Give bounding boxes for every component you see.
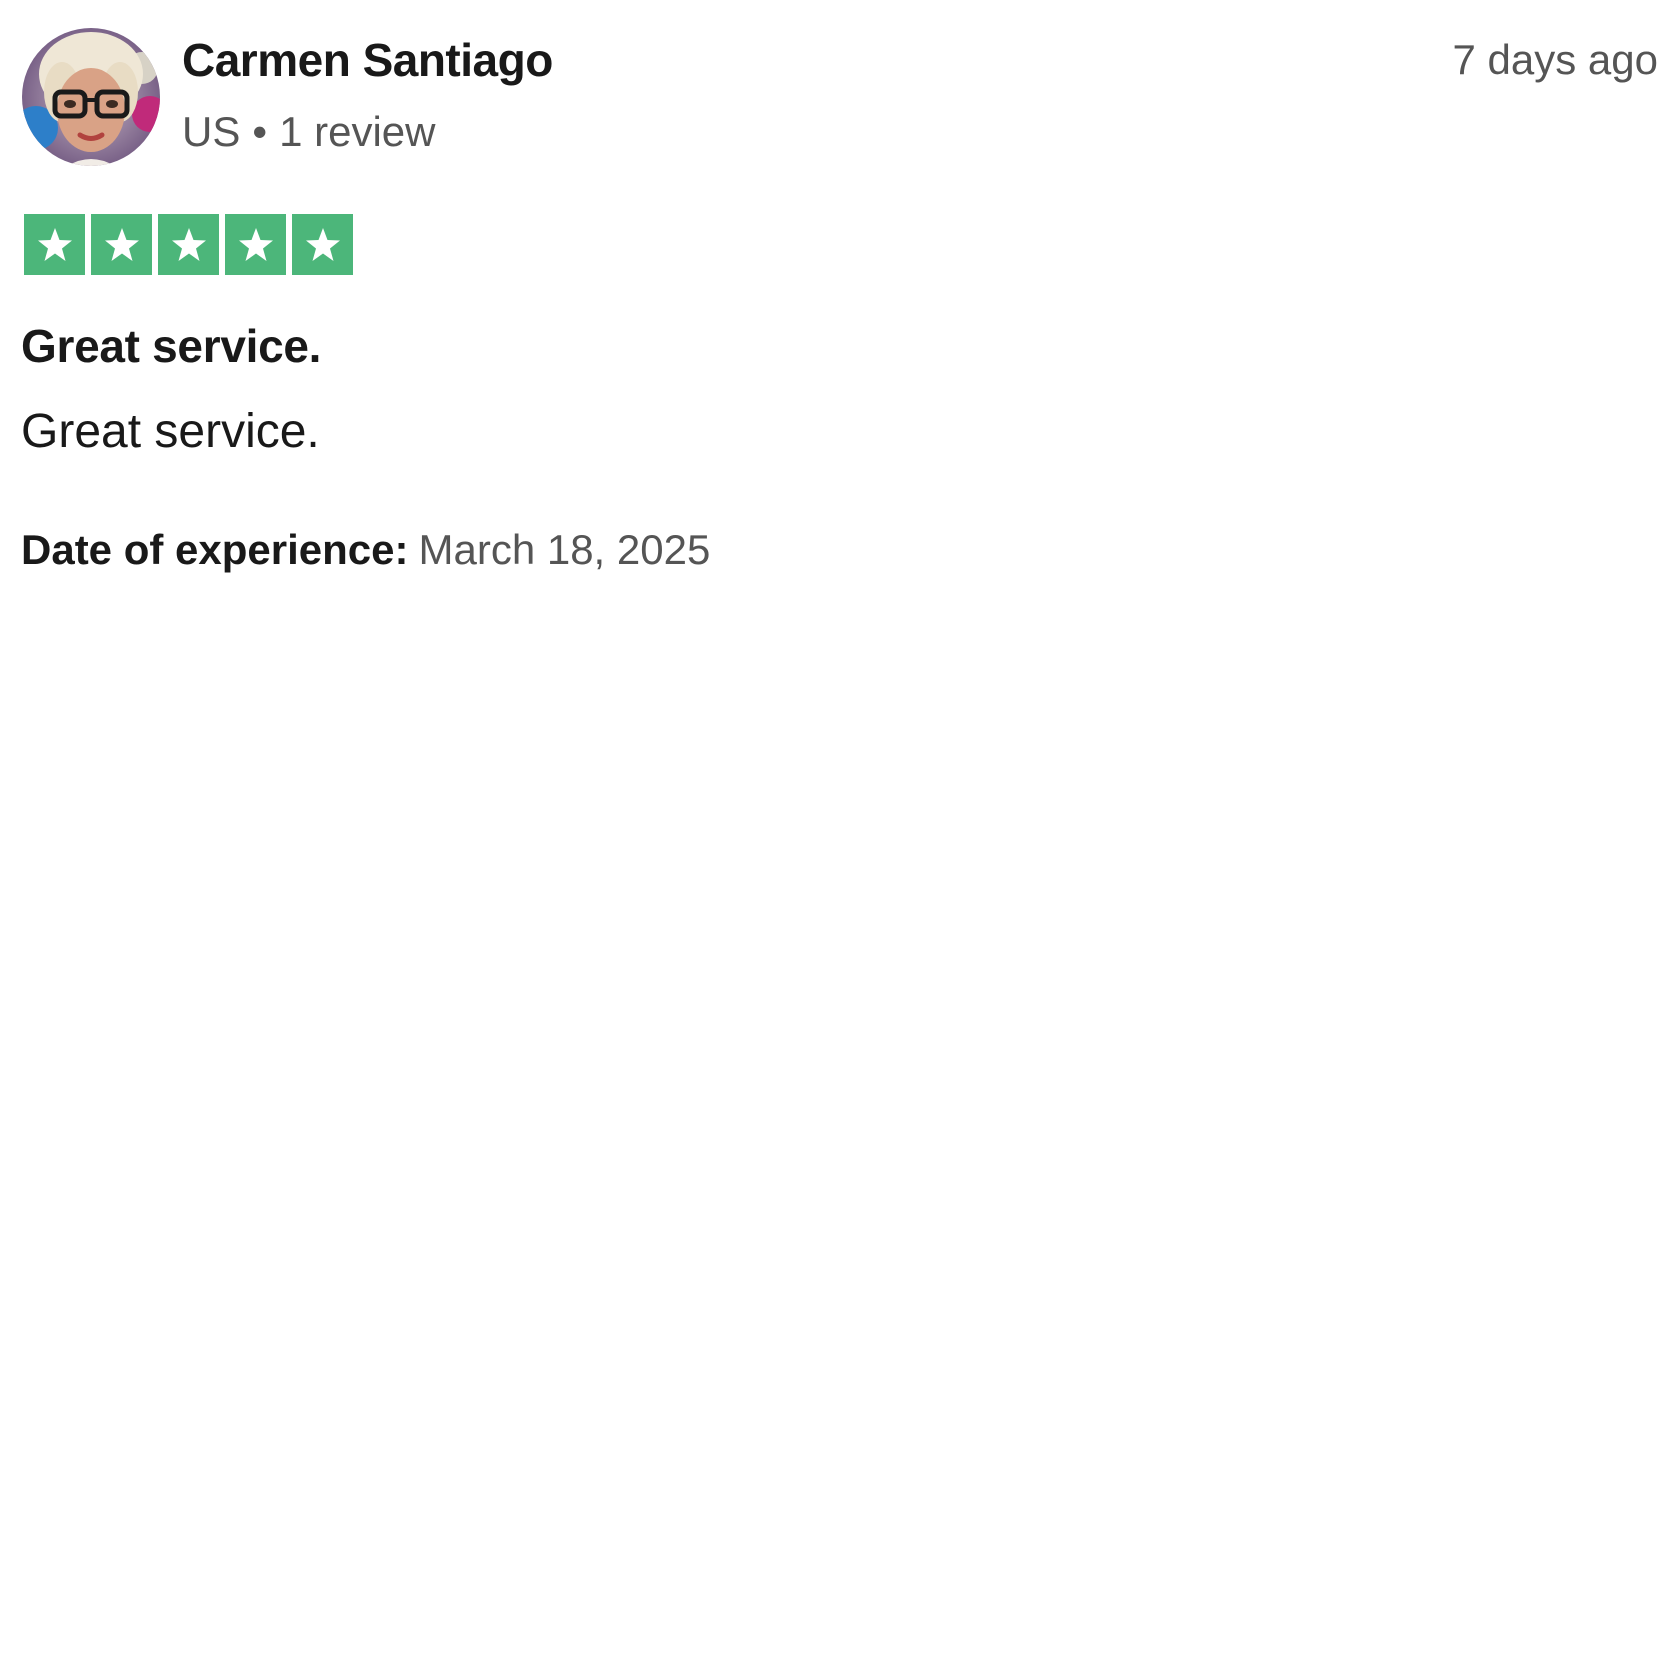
- star-5: [292, 214, 353, 275]
- author-name[interactable]: Carmen Santiago: [182, 33, 553, 87]
- star-icon: [305, 227, 340, 261]
- star-icon: [171, 227, 206, 261]
- star-2: [91, 214, 152, 275]
- meta-separator: •: [252, 108, 268, 155]
- star-3: [158, 214, 219, 275]
- star-icon: [238, 227, 273, 261]
- date-of-experience-value: March 18, 2025: [418, 526, 711, 573]
- star-icon: [104, 227, 139, 261]
- review-time: 7 days ago: [1452, 36, 1659, 83]
- review-card: Carmen Santiago US • 1 review 7 days ago G…: [0, 0, 1680, 1680]
- author-country: US: [182, 108, 241, 155]
- author-meta: US • 1 review: [182, 107, 435, 157]
- star-1: [24, 214, 85, 275]
- author-avatar[interactable]: [22, 28, 160, 166]
- author-review-count: 1 review: [279, 108, 436, 155]
- star-rating: [24, 214, 353, 275]
- review-title[interactable]: Great service.: [21, 319, 321, 373]
- star-icon: [37, 227, 72, 261]
- star-4: [225, 214, 286, 275]
- date-of-experience: Date of experience: March 18, 2025: [21, 525, 710, 575]
- review-body: Great service.: [21, 405, 320, 458]
- date-of-experience-label: Date of experience:: [21, 526, 409, 573]
